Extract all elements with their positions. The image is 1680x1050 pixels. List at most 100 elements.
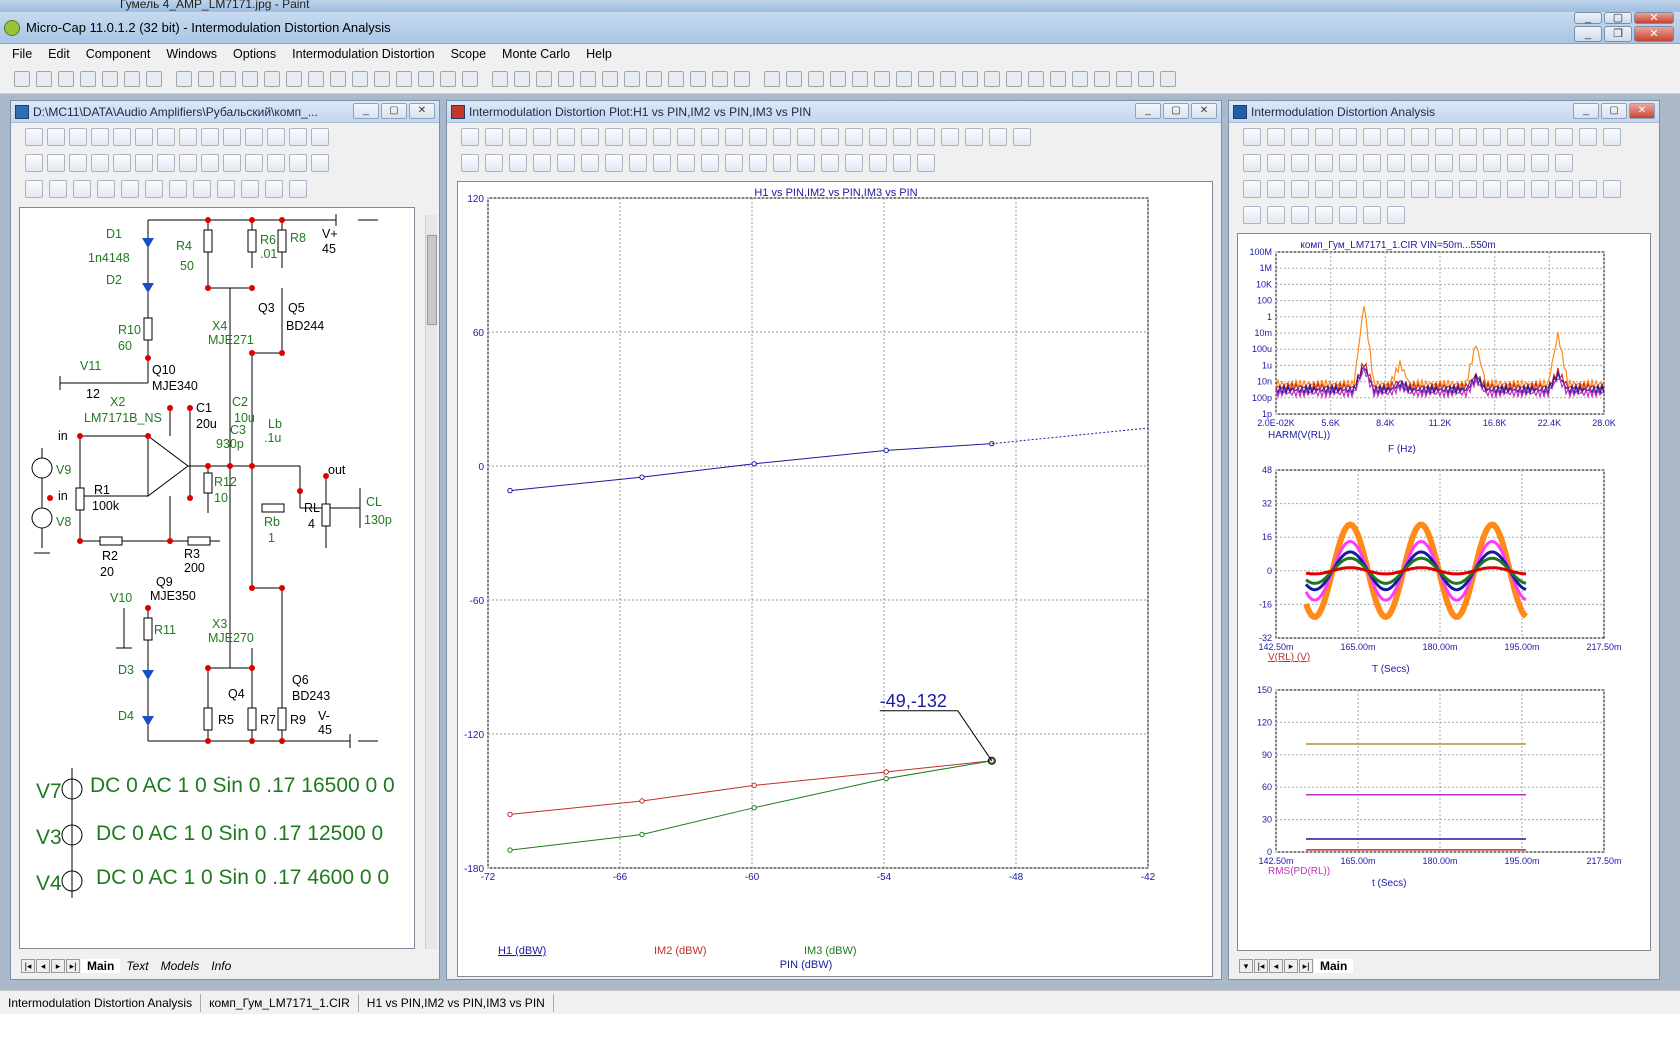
plot-tb1-tool-icon[interactable]: [797, 128, 815, 146]
an-tb2-tool-icon[interactable]: [1435, 154, 1453, 172]
plot-tb2-tool-icon[interactable]: [869, 154, 887, 172]
plot-tb2-tool-icon[interactable]: [485, 154, 503, 172]
main-tool-icon[interactable]: [492, 71, 508, 87]
an-tb1-tool-icon[interactable]: [1267, 128, 1285, 146]
sch-tb2-tool-icon[interactable]: [223, 154, 241, 172]
main-tool-icon[interactable]: [962, 71, 978, 87]
menu-component[interactable]: Component: [78, 47, 159, 61]
paint-minimize-button[interactable]: _: [1574, 12, 1602, 24]
an-tb1-tool-icon[interactable]: [1555, 128, 1573, 146]
plot-tb1-tool-icon[interactable]: [917, 128, 935, 146]
main-tool-icon[interactable]: [712, 71, 728, 87]
menu-intermodulation-distortion[interactable]: Intermodulation Distortion: [284, 47, 442, 61]
an-tb3-tool-icon[interactable]: [1339, 180, 1357, 198]
sch-tb2-tool-icon[interactable]: [245, 154, 263, 172]
an-tb2-tool-icon[interactable]: [1459, 154, 1477, 172]
plot-tb2-tool-icon[interactable]: [749, 154, 767, 172]
paint-maximize-button[interactable]: ▢: [1604, 12, 1632, 24]
plot-tb1-tool-icon[interactable]: [845, 128, 863, 146]
main-tool-icon[interactable]: [286, 71, 302, 87]
sch-tb3-tool-icon[interactable]: [49, 180, 67, 198]
plot-tb1-tool-icon[interactable]: [605, 128, 623, 146]
main-tool-icon[interactable]: [646, 71, 662, 87]
an-tb3-tool-icon[interactable]: [1411, 180, 1429, 198]
tab-last-nav[interactable]: ▸|: [66, 959, 80, 973]
an-tb2-tool-icon[interactable]: [1291, 154, 1309, 172]
menu-help[interactable]: Help: [578, 47, 620, 61]
main-tool-icon[interactable]: [330, 71, 346, 87]
plot-tb1-tool-icon[interactable]: [461, 128, 479, 146]
tab-main[interactable]: Main: [81, 959, 121, 973]
sch-tb2-tool-icon[interactable]: [113, 154, 131, 172]
an-tb3-tool-icon[interactable]: [1387, 180, 1405, 198]
sch-tb1-tool-icon[interactable]: [179, 128, 197, 146]
sch-tb1-tool-icon[interactable]: [245, 128, 263, 146]
an-tb3-tool-icon[interactable]: [1291, 180, 1309, 198]
main-tool-icon[interactable]: [1116, 71, 1132, 87]
sch-tb3-tool-icon[interactable]: [97, 180, 115, 198]
an-tb1-tool-icon[interactable]: [1291, 128, 1309, 146]
main-tool-icon[interactable]: [418, 71, 434, 87]
plot-tb2-tool-icon[interactable]: [917, 154, 935, 172]
plot-tb1-tool-icon[interactable]: [869, 128, 887, 146]
main-tool-icon[interactable]: [580, 71, 596, 87]
sch-tb2-tool-icon[interactable]: [91, 154, 109, 172]
main-tool-icon[interactable]: [308, 71, 324, 87]
main-tool-icon[interactable]: [80, 71, 96, 87]
an-tb4-tool-icon[interactable]: [1243, 206, 1261, 224]
sch-tb3-tool-icon[interactable]: [265, 180, 283, 198]
an-tb2-tool-icon[interactable]: [1387, 154, 1405, 172]
main-tool-icon[interactable]: [734, 71, 750, 87]
main-tool-icon[interactable]: [242, 71, 258, 87]
schematic-maximize-button[interactable]: ▢: [381, 103, 407, 119]
plot-tb2-tool-icon[interactable]: [797, 154, 815, 172]
tab-first-nav[interactable]: |◂: [21, 959, 35, 973]
plot-tb1-tool-icon[interactable]: [677, 128, 695, 146]
plot-tb1-tool-icon[interactable]: [821, 128, 839, 146]
an-tb1-tool-icon[interactable]: [1315, 128, 1333, 146]
main-tool-icon[interactable]: [668, 71, 684, 87]
sch-tb1-tool-icon[interactable]: [201, 128, 219, 146]
an-tb2-tool-icon[interactable]: [1555, 154, 1573, 172]
an-tb1-tool-icon[interactable]: [1339, 128, 1357, 146]
sch-tb1-tool-icon[interactable]: [267, 128, 285, 146]
main-tool-icon[interactable]: [124, 71, 140, 87]
sch-tb2-tool-icon[interactable]: [179, 154, 197, 172]
status-tab-circuit[interactable]: комп_Гум_LM7171_1.CIR: [201, 993, 359, 1012]
sch-tb2-tool-icon[interactable]: [267, 154, 285, 172]
analysis-tab-dropdown[interactable]: ▾: [1239, 959, 1253, 973]
plot-tb1-tool-icon[interactable]: [653, 128, 671, 146]
an-tb3-tool-icon[interactable]: [1243, 180, 1261, 198]
main-tool-icon[interactable]: [896, 71, 912, 87]
main-tool-icon[interactable]: [830, 71, 846, 87]
plot-close-button[interactable]: ✕: [1191, 103, 1217, 119]
sch-tb1-tool-icon[interactable]: [69, 128, 87, 146]
sch-tb2-tool-icon[interactable]: [69, 154, 87, 172]
sch-tb2-tool-icon[interactable]: [311, 154, 329, 172]
an-tb1-tool-icon[interactable]: [1459, 128, 1477, 146]
plot-tb2-tool-icon[interactable]: [653, 154, 671, 172]
an-tb3-tool-icon[interactable]: [1507, 180, 1525, 198]
an-tb3-tool-icon[interactable]: [1435, 180, 1453, 198]
main-tool-icon[interactable]: [36, 71, 52, 87]
main-tool-icon[interactable]: [1028, 71, 1044, 87]
main-tool-icon[interactable]: [1006, 71, 1022, 87]
plot-tb2-tool-icon[interactable]: [845, 154, 863, 172]
plot-tb2-tool-icon[interactable]: [725, 154, 743, 172]
sch-tb2-tool-icon[interactable]: [47, 154, 65, 172]
plot-tb2-tool-icon[interactable]: [557, 154, 575, 172]
an-tb2-tool-icon[interactable]: [1531, 154, 1549, 172]
sch-tb3-tool-icon[interactable]: [145, 180, 163, 198]
an-tb1-tool-icon[interactable]: [1507, 128, 1525, 146]
sch-tb1-tool-icon[interactable]: [25, 128, 43, 146]
sch-tb2-tool-icon[interactable]: [135, 154, 153, 172]
sch-tb1-tool-icon[interactable]: [113, 128, 131, 146]
an-tb1-tool-icon[interactable]: [1243, 128, 1261, 146]
main-tool-icon[interactable]: [690, 71, 706, 87]
main-tool-icon[interactable]: [176, 71, 192, 87]
sch-tb3-tool-icon[interactable]: [121, 180, 139, 198]
plot-tb2-tool-icon[interactable]: [893, 154, 911, 172]
sch-tb3-tool-icon[interactable]: [25, 180, 43, 198]
main-tool-icon[interactable]: [602, 71, 618, 87]
imd-plot-area[interactable]: H1 vs PIN,IM2 vs PIN,IM3 vs PIN -72 -66 -6…: [457, 181, 1213, 977]
